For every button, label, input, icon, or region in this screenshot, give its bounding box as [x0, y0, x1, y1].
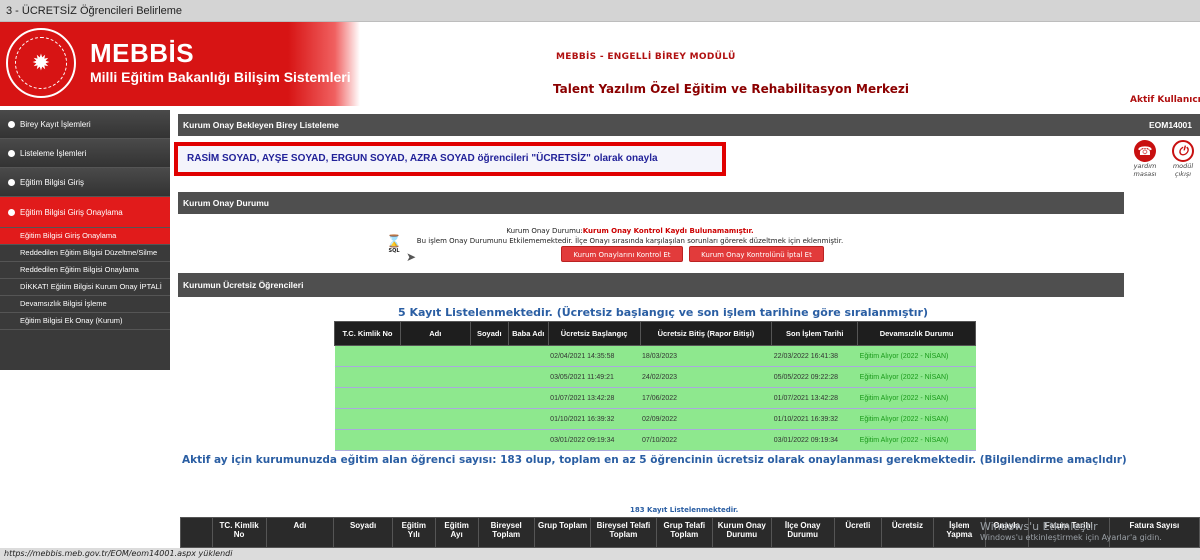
summary-text: Aktif ay için kurumunuzda eğitim alan öğ…	[182, 454, 1127, 466]
col-ucretsiz: Ücretsiz	[881, 517, 934, 548]
col-ucretli: Ücretli	[833, 517, 883, 548]
end-date: 24/02/2023	[640, 366, 772, 388]
bullet-icon	[8, 209, 15, 216]
start-date: 03/01/2022 09:19:34	[548, 429, 641, 451]
bullet-icon	[8, 179, 15, 186]
all-records-count: 183 Kayıt Listelenmektedir.	[630, 506, 739, 514]
instruction-notice: RASİM SOYAD, AYŞE SOYAD, ERGUN SOYAD, AZ…	[174, 142, 726, 176]
start-date: 03/05/2021 11:49:21	[548, 366, 641, 388]
table-row[interactable]: 01/10/2021 16:39:32 02/09/2022 01/10/202…	[334, 408, 976, 430]
col-egitim-ayi: Eğitim Ayı	[434, 517, 479, 548]
table-row[interactable]: 01/07/2021 13:42:28 17/06/2022 01/07/202…	[334, 387, 976, 409]
sidebar-item-birey-kayit[interactable]: Birey Kayıt İşlemleri	[0, 110, 170, 139]
col-grup-telafi: Grup Telafi Toplam	[655, 517, 713, 548]
institution-name: Talent Yazılım Özel Eğitim ve Rehabilita…	[553, 82, 909, 96]
col-soyadi: Soyadı	[333, 517, 393, 548]
col-kurum-onay: Kurum Onay Durumu	[711, 517, 772, 548]
col-tc: T.C. Kimlik No	[334, 321, 401, 346]
sidebar-subitem-duzeltme[interactable]: Reddedilen Eğitim Bilgisi Düzeltme/Silme	[0, 245, 170, 262]
last-date: 05/05/2022 09:22:28	[771, 366, 858, 388]
last-date: 01/07/2021 13:42:28	[771, 387, 858, 409]
sidebar-subitem-ek-onay[interactable]: Eğitim Bilgisi Ek Onay (Kurum)	[0, 313, 170, 330]
end-date: 18/03/2023	[640, 345, 772, 367]
attendance-status: Eğitim Alıyor (2022 - NİSAN)	[857, 408, 976, 430]
col-bitis: Ücretsiz Bitiş (Rapor Bitişi)	[639, 321, 773, 346]
brand-subtitle: Milli Eğitim Bakanlığı Bilişim Sistemler…	[90, 69, 351, 85]
meb-seal-icon: ✹	[6, 28, 76, 98]
power-icon: ⏻	[1172, 140, 1194, 162]
sidebar-subitem-onaylama[interactable]: Eğitim Bilgisi Giriş Onaylama	[0, 228, 170, 245]
table-row[interactable]: 03/01/2022 09:19:34 07/10/2022 03/01/202…	[334, 429, 976, 451]
header: ✹ MEBBİS Milli Eğitim Bakanlığı Bilişim …	[0, 22, 1200, 106]
end-date: 07/10/2022	[640, 429, 772, 451]
free-records-title: 5 Kayıt Listelenmektedir. (Ücretsiz başl…	[398, 306, 928, 319]
page-code: EOM14001	[1149, 120, 1192, 130]
start-date: 01/10/2021 16:39:32	[548, 408, 641, 430]
col-islem-yapma: İşlem Yapma	[932, 517, 986, 548]
cancel-approval-check-button[interactable]: Kurum Onay Kontrolünü İptal Et	[689, 246, 824, 262]
free-students-panel-header: Kurumun Ücretsiz Öğrencileri	[178, 273, 1124, 297]
module-title: MEBBİS - ENGELLİ BİREY MODÜLÜ	[556, 52, 736, 62]
bullet-icon	[8, 121, 15, 128]
brand-name: MEBBİS	[90, 38, 195, 68]
last-date: 03/01/2022 09:19:34	[771, 429, 858, 451]
windows-activation-watermark: Windows'u Etkinleştir Windows'u etkinleş…	[980, 520, 1162, 542]
attendance-status: Eğitim Alıyor (2022 - NİSAN)	[857, 429, 976, 451]
headset-icon: ☎	[1134, 140, 1156, 162]
col-ilce-onay: İlçe Onay Durumu	[770, 517, 835, 548]
end-date: 17/06/2022	[640, 387, 772, 409]
last-date: 22/03/2022 16:41:38	[771, 345, 858, 367]
start-date: 02/04/2021 14:35:58	[548, 345, 641, 367]
hourglass-sql-icon[interactable]: ⌛ SQL	[386, 234, 402, 254]
sidebar-item-egitim-onaylama[interactable]: Eğitim Bilgisi Giriş Onaylama	[0, 197, 170, 228]
window-title: 3 - ÜCRETSİZ Öğrencileri Belirleme	[0, 0, 1200, 22]
col-devamsizlik: Devamsızlık Durumu	[857, 321, 976, 346]
attendance-status: Eğitim Alıyor (2022 - NİSAN)	[857, 345, 976, 367]
free-students-table: T.C. Kimlik No Adı Soyadı Baba Adı Ücret…	[334, 321, 976, 451]
col-tc: TC. Kimlik No	[211, 517, 267, 548]
end-date: 02/09/2022	[640, 408, 772, 430]
col-grup: Grup Toplam	[533, 517, 592, 548]
col-son-islem: Son İşlem Tarihi	[771, 321, 859, 346]
col-baslangic: Ücretsiz Başlangıç	[547, 321, 641, 346]
list-panel-header: Kurum Onay Bekleyen Birey Listeleme EOM1…	[178, 114, 1200, 136]
col-bireysel-telafi: Bireysel Telafi Toplam	[590, 517, 657, 548]
browser-status-bar: https://mebbis.meb.gov.tr/EOM/eom14001.a…	[0, 548, 1200, 560]
help-desk-button[interactable]: ☎ yardım masası	[1128, 140, 1162, 178]
bullet-icon	[8, 150, 15, 157]
attendance-status: Eğitim Alıyor (2022 - NİSAN)	[857, 366, 976, 388]
attendance-status: Eğitim Alıyor (2022 - NİSAN)	[857, 387, 976, 409]
logo-banner[interactable]: ✹ MEBBİS Milli Eğitim Bakanlığı Bilişim …	[0, 22, 360, 106]
table-row[interactable]: 03/05/2021 11:49:21 24/02/2023 05/05/202…	[334, 366, 976, 388]
last-date: 01/10/2021 16:39:32	[771, 408, 858, 430]
check-approvals-button[interactable]: Kurum Onaylarını Kontrol Et	[561, 246, 683, 262]
col-baba: Baba Adı	[507, 321, 549, 346]
col-bireysel: Bireysel Toplam	[477, 517, 535, 548]
table-row[interactable]: 02/04/2021 14:35:58 18/03/2023 22/03/202…	[334, 345, 976, 367]
start-date: 01/07/2021 13:42:28	[548, 387, 641, 409]
sidebar-item-egitim-giris[interactable]: Eğitim Bilgisi Giriş	[0, 168, 170, 197]
status-panel-header: Kurum Onay Durumu	[178, 192, 1124, 214]
col-soyadi: Soyadı	[469, 321, 509, 346]
col-adi: Adı	[265, 517, 335, 548]
col-adi: Adı	[399, 321, 471, 346]
sidebar-item-listeleme[interactable]: Listeleme İşlemleri	[0, 139, 170, 168]
active-user-label: Aktif Kullanıcı:	[1130, 95, 1200, 105]
sidebar-subitem-reddedilen-onay[interactable]: Reddedilen Eğitim Bilgisi Onaylama	[0, 262, 170, 279]
sidebar-menu: Birey Kayıt İşlemleri Listeleme İşlemler…	[0, 110, 170, 370]
mouse-cursor-icon: ➤	[406, 250, 417, 264]
sidebar-subitem-onay-iptali[interactable]: DİKKAT! Eğitim Bilgisi Kurum Onay İPTALİ	[0, 279, 170, 296]
status-text: Kurum Onay Durumu:Kurum Onay Kontrol Kay…	[416, 227, 844, 245]
col-egitim-yili: Eğitim Yılı	[391, 517, 436, 548]
module-exit-button[interactable]: ⏻ modül çıkışı	[1166, 140, 1200, 178]
sidebar-subitem-devamsizlik[interactable]: Devamsızlık Bilgisi İşleme	[0, 296, 170, 313]
